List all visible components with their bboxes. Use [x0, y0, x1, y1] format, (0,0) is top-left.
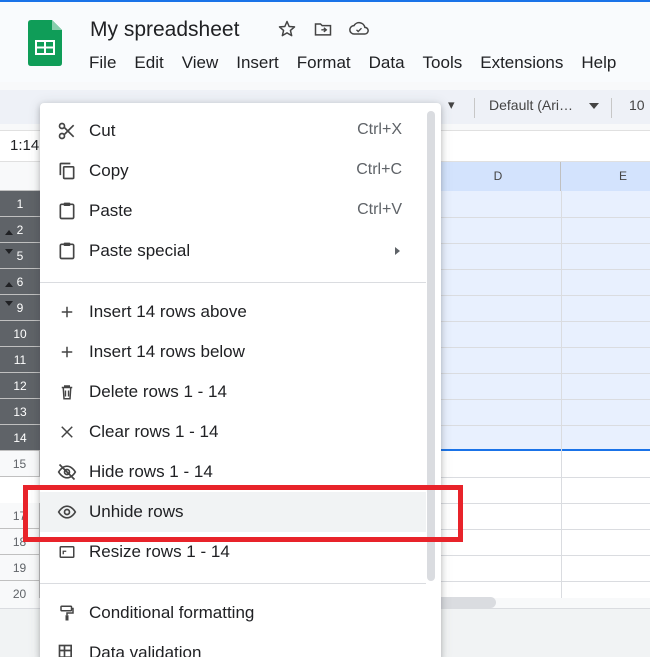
- menu-item-label: Cut: [89, 121, 116, 140]
- star-icon[interactable]: [276, 18, 298, 40]
- row-header[interactable]: 20: [0, 581, 40, 598]
- menu-item-delete-rows[interactable]: Delete rows 1 - 14: [40, 372, 426, 412]
- document-title[interactable]: My spreadsheet: [90, 18, 239, 42]
- expand-hidden-rows-down-icon[interactable]: [5, 249, 13, 254]
- column-header-d[interactable]: D: [436, 162, 561, 191]
- menu-item-paste-special[interactable]: Paste special: [40, 231, 426, 271]
- trash-icon: [56, 381, 78, 403]
- row-header[interactable]: 10: [0, 321, 40, 347]
- menu-item-shortcut: Ctrl+V: [357, 201, 402, 218]
- menu-item-label: Insert 14 rows above: [89, 302, 247, 321]
- chevron-down-icon[interactable]: [589, 103, 599, 109]
- menu-view[interactable]: View: [182, 53, 219, 73]
- row-header[interactable]: 19: [0, 555, 40, 581]
- menu-item-label: Conditional formatting: [89, 603, 255, 622]
- submenu-arrow-icon: [395, 247, 400, 255]
- menu-item-insert-rows-below[interactable]: Insert 14 rows below: [40, 332, 426, 372]
- copy-icon: [56, 160, 78, 182]
- data-validation-icon: [56, 642, 78, 657]
- gridline: [561, 191, 562, 598]
- cloud-status-icon[interactable]: [348, 18, 370, 40]
- context-menu: Cut Ctrl+X Copy Ctrl+C Paste Ctrl+V Past…: [40, 103, 441, 657]
- toolbar-divider: [611, 98, 612, 118]
- menu-item-label: Data validation: [89, 643, 202, 657]
- menu-item-label: Delete rows 1 - 14: [89, 382, 227, 401]
- menu-item-insert-rows-above[interactable]: Insert 14 rows above: [40, 292, 426, 332]
- toolbar-divider: [474, 98, 475, 118]
- row-header[interactable]: 13: [0, 399, 40, 425]
- menu-item-label: Paste special: [89, 241, 191, 260]
- font-size-input[interactable]: 10: [629, 97, 645, 113]
- clipboard-icon: [56, 200, 78, 222]
- row-header[interactable]: 1: [0, 191, 40, 217]
- menu-edit[interactable]: Edit: [134, 53, 163, 73]
- sheets-logo-icon[interactable]: [28, 20, 62, 66]
- menu-item-clear-rows[interactable]: Clear rows 1 - 14: [40, 412, 426, 452]
- menu-item-label: Clear rows 1 - 14: [89, 422, 219, 441]
- row-header[interactable]: 9: [0, 295, 40, 321]
- row-header[interactable]: 11: [0, 347, 40, 373]
- menu-file[interactable]: File: [89, 53, 116, 73]
- menu-item-label: Insert 14 rows below: [89, 342, 245, 361]
- menu-tools[interactable]: Tools: [423, 53, 463, 73]
- scissors-icon: [56, 120, 78, 142]
- menu-bar: File Edit View Insert Format Data Tools …: [89, 53, 634, 73]
- number-format-caret[interactable]: ▾: [448, 97, 455, 113]
- name-box[interactable]: 1:14: [10, 137, 39, 154]
- expand-hidden-rows-up-icon[interactable]: [5, 282, 13, 287]
- plus-icon: [56, 301, 78, 323]
- menu-item-paste[interactable]: Paste Ctrl+V: [40, 191, 426, 231]
- menu-format[interactable]: Format: [297, 53, 351, 73]
- menu-item-shortcut: Ctrl+X: [357, 121, 402, 138]
- menu-item-data-validation[interactable]: Data validation: [40, 633, 426, 657]
- row-header[interactable]: 5: [0, 243, 40, 269]
- row-header[interactable]: 12: [0, 373, 40, 399]
- menu-item-label: Paste: [89, 201, 133, 220]
- resize-icon: [56, 541, 78, 563]
- menu-divider: [40, 282, 426, 283]
- menu-help[interactable]: Help: [581, 53, 616, 73]
- eye-off-icon: [56, 461, 78, 483]
- font-family-select[interactable]: Default (Ari…: [489, 97, 573, 113]
- clipboard-icon: [56, 240, 78, 262]
- menu-item-shortcut: Ctrl+C: [356, 161, 402, 178]
- menu-extensions[interactable]: Extensions: [480, 53, 563, 73]
- menu-item-label: Hide rows 1 - 14: [89, 462, 213, 481]
- menu-item-cut[interactable]: Cut Ctrl+X: [40, 111, 426, 151]
- close-icon: [56, 421, 78, 443]
- menu-item-copy[interactable]: Copy Ctrl+C: [40, 151, 426, 191]
- menu-divider: [40, 583, 426, 584]
- move-folder-icon[interactable]: [312, 18, 334, 40]
- menu-insert[interactable]: Insert: [236, 53, 279, 73]
- highlight-annotation-box: [23, 485, 463, 542]
- menu-item-label: Copy: [89, 161, 129, 180]
- row-header[interactable]: 15: [0, 451, 40, 477]
- row-header[interactable]: 14: [0, 425, 40, 451]
- paint-roller-icon: [56, 602, 78, 624]
- app-header: My spreadsheet File Edit View Insert For…: [0, 2, 650, 82]
- expand-hidden-rows-down-icon[interactable]: [5, 301, 13, 306]
- menu-item-label: Resize rows 1 - 14: [89, 542, 230, 561]
- expand-hidden-rows-up-icon[interactable]: [5, 230, 13, 235]
- menu-item-conditional-formatting[interactable]: Conditional formatting: [40, 593, 426, 633]
- plus-icon: [56, 341, 78, 363]
- column-header-e[interactable]: E: [561, 162, 650, 191]
- menu-data[interactable]: Data: [369, 53, 405, 73]
